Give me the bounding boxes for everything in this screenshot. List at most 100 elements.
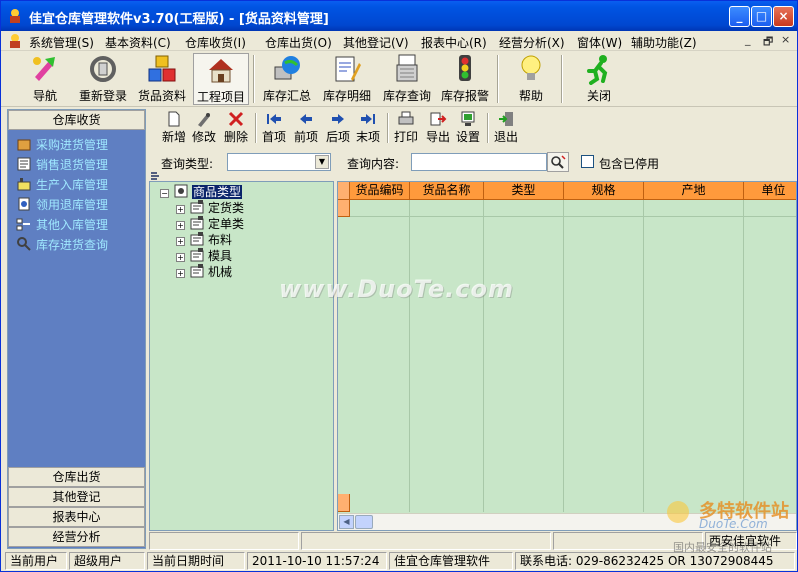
- nav-item-production-in[interactable]: 生产入库管理: [16, 176, 108, 194]
- tree-node[interactable]: + 模具: [176, 248, 232, 264]
- goods-grid: 货品编码 货品名称 类型 规格 产地 单位 ◀: [337, 181, 797, 531]
- nav-item-stock-query[interactable]: 库存进货查询: [16, 236, 108, 254]
- expand-icon[interactable]: +: [176, 253, 185, 262]
- first-record-button[interactable]: 首项: [261, 111, 287, 145]
- prev-record-button[interactable]: 前项: [293, 111, 319, 145]
- menu-system[interactable]: 系统管理(S): [29, 34, 94, 51]
- factory-icon: [17, 178, 31, 191]
- close-app-button[interactable]: 关闭: [579, 53, 619, 105]
- menu-reports[interactable]: 报表中心(R): [421, 34, 487, 51]
- include-disabled-checkbox[interactable]: [581, 155, 594, 168]
- app-logo-icon: [10, 9, 20, 23]
- package-icon: [17, 139, 31, 151]
- chevron-down-icon[interactable]: ▼: [315, 155, 329, 169]
- settings-button[interactable]: 设置: [455, 111, 481, 145]
- expand-icon[interactable]: +: [176, 221, 185, 230]
- tree-node-label: 模具: [208, 249, 233, 263]
- nav-header-receiving[interactable]: 仓库收货: [8, 110, 145, 130]
- relogin-button[interactable]: 重新登录: [75, 53, 131, 105]
- column-header[interactable]: 单位: [744, 182, 796, 200]
- column-header[interactable]: 货品名称: [410, 182, 484, 200]
- print-button[interactable]: 打印: [393, 111, 419, 145]
- mdi-restore-button[interactable]: 🗗: [763, 33, 773, 52]
- tree-node[interactable]: + 布料: [176, 232, 232, 248]
- title-bar: 佳宜仓库管理软件v3.70(工程版) - [货品资料管理] _ □ ×: [1, 1, 797, 31]
- toolbar-separator: [497, 55, 499, 103]
- tree-root-icon: [174, 184, 188, 198]
- grid-column: [350, 200, 410, 512]
- mdi-minimize-button[interactable]: _: [745, 33, 751, 46]
- close-window-button[interactable]: ×: [773, 6, 794, 27]
- record-toolbar: 新增 修改 删除 首项 前项 后项 末项 打印 导出 设置 退出: [149, 109, 797, 147]
- collapse-icon[interactable]: −: [160, 189, 169, 198]
- row-indicator[interactable]: [338, 200, 350, 217]
- menu-receiving[interactable]: 仓库收货(I): [185, 34, 246, 51]
- nav-header-other-register[interactable]: 其他登记: [8, 487, 145, 507]
- expand-icon[interactable]: +: [176, 269, 185, 278]
- grid-corner: [338, 182, 350, 200]
- menu-basic-data[interactable]: 基本资料(C): [105, 34, 171, 51]
- nav-item-label: 其他入库管理: [36, 218, 109, 232]
- new-button[interactable]: 新增: [161, 111, 187, 145]
- navigate-label: 导航: [32, 89, 57, 103]
- app-window: 佳宜仓库管理软件v3.70(工程版) - [货品资料管理] _ □ × 系统管理…: [0, 0, 798, 572]
- export-button[interactable]: 导出: [425, 111, 451, 145]
- tree-node[interactable]: + 机械: [176, 264, 232, 280]
- last-record-button[interactable]: 末项: [355, 111, 381, 145]
- flow-icon: [16, 218, 30, 231]
- mdi-child-icon[interactable]: [7, 33, 23, 49]
- edit-button[interactable]: 修改: [191, 111, 217, 145]
- nav-header-analysis[interactable]: 经营分析: [8, 527, 145, 547]
- column-header[interactable]: 货品编码: [350, 182, 410, 200]
- mdi-close-button[interactable]: ×: [781, 33, 790, 46]
- project-label: 工程项目: [196, 90, 245, 104]
- menu-window[interactable]: 窗体(W): [577, 34, 622, 51]
- goods-data-button[interactable]: 货品资料: [135, 53, 189, 105]
- menu-other-register[interactable]: 其他登记(V): [343, 34, 409, 51]
- nav-item-sales-return[interactable]: 销售退货管理: [16, 156, 108, 174]
- tree-node-root[interactable]: − 商品类型: [160, 184, 243, 200]
- expand-icon[interactable]: +: [176, 205, 185, 214]
- nav-item-other-in[interactable]: 其他入库管理: [16, 216, 108, 234]
- column-header[interactable]: 规格: [564, 182, 644, 200]
- stock-alarm-button[interactable]: 库存报警: [437, 53, 493, 105]
- navigate-button[interactable]: 导航: [21, 53, 69, 105]
- delete-label: 删除: [223, 130, 248, 144]
- menu-analysis[interactable]: 经营分析(X): [499, 34, 565, 51]
- exit-button[interactable]: 退出: [493, 111, 519, 145]
- tree-node[interactable]: + 定单类: [176, 216, 244, 232]
- navigation-panel: 仓库收货 采购进货管理 销售退货管理 生产入库管理 领用退库管理 其他入库管理 …: [7, 109, 146, 549]
- project-button[interactable]: 工程项目: [193, 53, 249, 105]
- nav-item-purchase[interactable]: 采购进货管理: [16, 136, 108, 154]
- column-header[interactable]: 类型: [484, 182, 564, 200]
- grid-column: [410, 200, 484, 512]
- first-record-label: 首项: [261, 130, 286, 144]
- maximize-button[interactable]: □: [751, 6, 772, 27]
- column-header[interactable]: 产地: [644, 182, 744, 200]
- minimize-button[interactable]: _: [729, 6, 750, 27]
- watermark-url: DuoTe.Com: [699, 517, 768, 531]
- edit-label: 修改: [191, 130, 216, 144]
- next-record-button[interactable]: 后项: [325, 111, 351, 145]
- help-button[interactable]: 帮助: [511, 53, 551, 105]
- menu-auxiliary[interactable]: 辅助功能(Z): [631, 34, 697, 51]
- delete-button[interactable]: 删除: [223, 111, 249, 145]
- scroll-left-icon[interactable]: ◀: [339, 515, 354, 529]
- stock-query-button[interactable]: 库存查询: [379, 53, 435, 105]
- query-content-input[interactable]: [411, 153, 547, 171]
- query-type-select[interactable]: ▼: [227, 153, 331, 171]
- tree-node-label: 定单类: [208, 217, 245, 231]
- tree-node[interactable]: + 定货类: [176, 200, 244, 216]
- category-tree: − 商品类型 + 定货类 + 定单类 + 布料 + 模具 + 机械: [149, 181, 334, 531]
- folder-doc-icon: [190, 200, 204, 214]
- stock-detail-button[interactable]: 库存明细: [319, 53, 375, 105]
- expand-icon[interactable]: +: [176, 237, 185, 246]
- menu-shipping[interactable]: 仓库出货(O): [265, 34, 332, 51]
- search-button[interactable]: [547, 152, 569, 172]
- scroll-thumb[interactable]: [355, 515, 373, 529]
- nav-header-reports[interactable]: 报表中心: [8, 507, 145, 527]
- nav-header-shipping[interactable]: 仓库出货: [8, 467, 145, 487]
- nav-item-return-stock[interactable]: 领用退库管理: [16, 196, 108, 214]
- query-bar: 查询类型: ▼ 查询内容: 包含已停用: [149, 149, 797, 175]
- stock-summary-button[interactable]: 库存汇总: [259, 53, 315, 105]
